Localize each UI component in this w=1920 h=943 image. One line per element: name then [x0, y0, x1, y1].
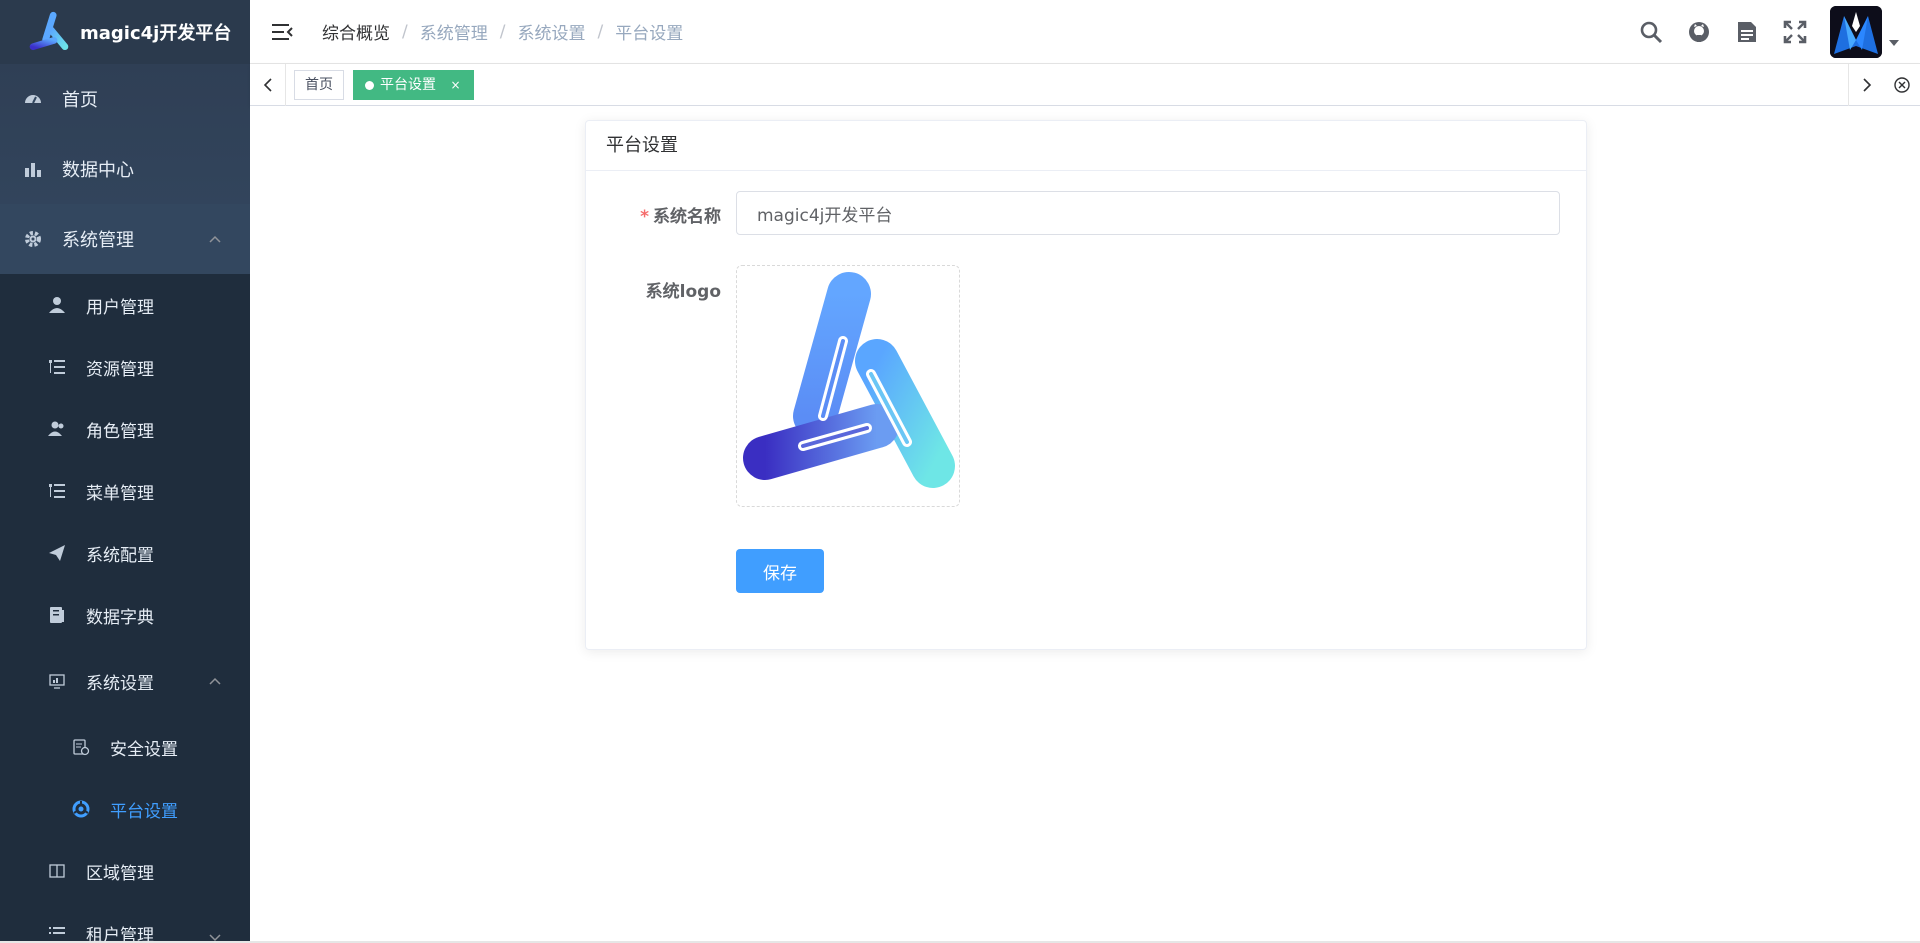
- required-mark: *: [640, 207, 649, 227]
- sidebar-item-label: 资源管理: [86, 359, 154, 380]
- book-icon: [48, 606, 66, 624]
- user-icon: [48, 296, 66, 314]
- users-icon: [48, 420, 66, 438]
- breadcrumb-separator: /: [402, 21, 408, 42]
- sidebar-item-label: 系统配置: [86, 545, 154, 566]
- columns-icon: [48, 862, 66, 880]
- save-button[interactable]: 保存: [736, 549, 824, 593]
- sidebar-item-label: 数据中心: [62, 160, 134, 181]
- sidebar: magic4j开发平台 首页 数据中心 系统管理 用户管理 资源管理 角色管理 …: [0, 0, 250, 943]
- sidebar-item-label: 区域管理: [86, 863, 154, 884]
- sidebar-item-region-management[interactable]: 区域管理: [0, 840, 250, 902]
- tags-scroll-right[interactable]: [1848, 64, 1884, 106]
- sidebar-item-label: 用户管理: [86, 297, 154, 318]
- dashboard-icon: [24, 90, 42, 108]
- breadcrumb-separator: /: [597, 21, 604, 42]
- header-actions: [1616, 0, 1900, 64]
- platform-icon: [72, 800, 90, 818]
- chevron-right-icon: [1862, 78, 1871, 92]
- github-icon[interactable]: [1686, 19, 1712, 45]
- system-name-label-text: 系统名称: [653, 207, 721, 227]
- tree-list-icon: [48, 358, 66, 376]
- avatar[interactable]: [1830, 6, 1882, 58]
- breadcrumb-item[interactable]: 综合概览: [322, 19, 390, 44]
- tag-label: 平台设置: [380, 77, 436, 93]
- breadcrumb: 综合概览 / 系统管理 / 系统设置 / 平台设置: [322, 19, 684, 45]
- sidebar-item-label: 菜单管理: [86, 483, 154, 504]
- list-icon: [48, 924, 66, 942]
- logo-uploader[interactable]: [736, 265, 960, 507]
- active-dot-icon: [365, 81, 374, 90]
- sidebar-item-label: 系统设置: [86, 673, 154, 694]
- breadcrumb-item: 平台设置: [615, 24, 684, 44]
- fullscreen-icon[interactable]: [1782, 19, 1808, 45]
- sidebar-item-label: 平台设置: [110, 801, 178, 822]
- platform-settings-card: 平台设置 *系统名称 系统logo: [585, 120, 1587, 650]
- sidebar-item-home[interactable]: 首页: [0, 64, 250, 134]
- caret-down-icon[interactable]: [1888, 37, 1900, 49]
- sidebar-item-platform-settings[interactable]: 平台设置: [0, 778, 250, 840]
- chevron-up-icon: [209, 235, 221, 243]
- tag-close-icon[interactable]: ×: [450, 78, 460, 92]
- close-circle-icon: [1894, 77, 1910, 93]
- tag-platform-settings[interactable]: 平台设置 ×: [353, 70, 474, 100]
- chevron-left-icon: [263, 78, 272, 92]
- gear-icon: [24, 230, 42, 248]
- sidebar-item-menu-management[interactable]: 菜单管理: [0, 460, 250, 522]
- system-name-label: * 系统名称: [586, 202, 721, 227]
- chevron-up-icon: [209, 677, 221, 685]
- tag-home[interactable]: 首页: [294, 70, 344, 100]
- tags-close-all[interactable]: [1884, 64, 1920, 106]
- paper-plane-icon: [48, 544, 66, 562]
- sidebar-item-resource-management[interactable]: 资源管理: [0, 336, 250, 398]
- sidebar-item-label: 数据字典: [86, 607, 154, 628]
- bar-chart-icon: [24, 160, 42, 178]
- app-title: magic4j开发平台: [80, 23, 232, 44]
- sidebar-item-security-settings[interactable]: 安全设置: [0, 716, 250, 778]
- tree-list-icon: [48, 482, 66, 500]
- sidebar-item-system-management[interactable]: 系统管理: [0, 204, 250, 274]
- app-logo-icon: [29, 11, 69, 51]
- form-row-system-name: * 系统名称: [586, 191, 1586, 235]
- form-row-system-logo: 系统logo: [586, 265, 1586, 507]
- tags-view: 首页 平台设置 ×: [250, 64, 1920, 106]
- card-title: 平台设置: [586, 121, 1586, 171]
- system-name-input[interactable]: [736, 191, 1560, 235]
- breadcrumb-separator: /: [499, 21, 506, 42]
- system-logo-label: 系统logo: [645, 282, 721, 302]
- sidebar-item-label: 安全设置: [110, 739, 178, 760]
- search-icon[interactable]: [1638, 19, 1664, 45]
- system-logo-image: [743, 272, 955, 488]
- sidebar-item-label: 租户管理: [86, 925, 154, 943]
- menu-toggle-icon[interactable]: [270, 20, 294, 44]
- breadcrumb-item: 系统设置: [517, 24, 586, 44]
- sidebar-item-data-dictionary[interactable]: 数据字典: [0, 584, 250, 646]
- sidebar-item-tenant-management[interactable]: 租户管理: [0, 902, 250, 943]
- breadcrumb-item: 系统管理: [419, 24, 488, 44]
- top-header: 综合概览 / 系统管理 / 系统设置 / 平台设置: [250, 0, 1920, 64]
- sidebar-item-data-center[interactable]: 数据中心: [0, 134, 250, 204]
- tag-label: 首页: [305, 77, 333, 93]
- sidebar-item-label: 首页: [62, 90, 98, 111]
- sidebar-item-role-management[interactable]: 角色管理: [0, 398, 250, 460]
- sidebar-item-system-settings[interactable]: 系统设置: [0, 646, 250, 716]
- document-icon[interactable]: [1734, 19, 1760, 45]
- monitor-icon: [48, 672, 66, 690]
- sidebar-logo-bar[interactable]: magic4j开发平台: [0, 0, 250, 64]
- sidebar-item-label: 角色管理: [86, 421, 154, 442]
- sidebar-item-system-config[interactable]: 系统配置: [0, 522, 250, 584]
- shield-edit-icon: [72, 738, 90, 756]
- main-content: 平台设置 *系统名称 系统logo: [250, 106, 1920, 943]
- sidebar-item-user-management[interactable]: 用户管理: [0, 274, 250, 336]
- sidebar-item-label: 系统管理: [62, 230, 134, 251]
- tags-scroll-left[interactable]: [250, 64, 286, 106]
